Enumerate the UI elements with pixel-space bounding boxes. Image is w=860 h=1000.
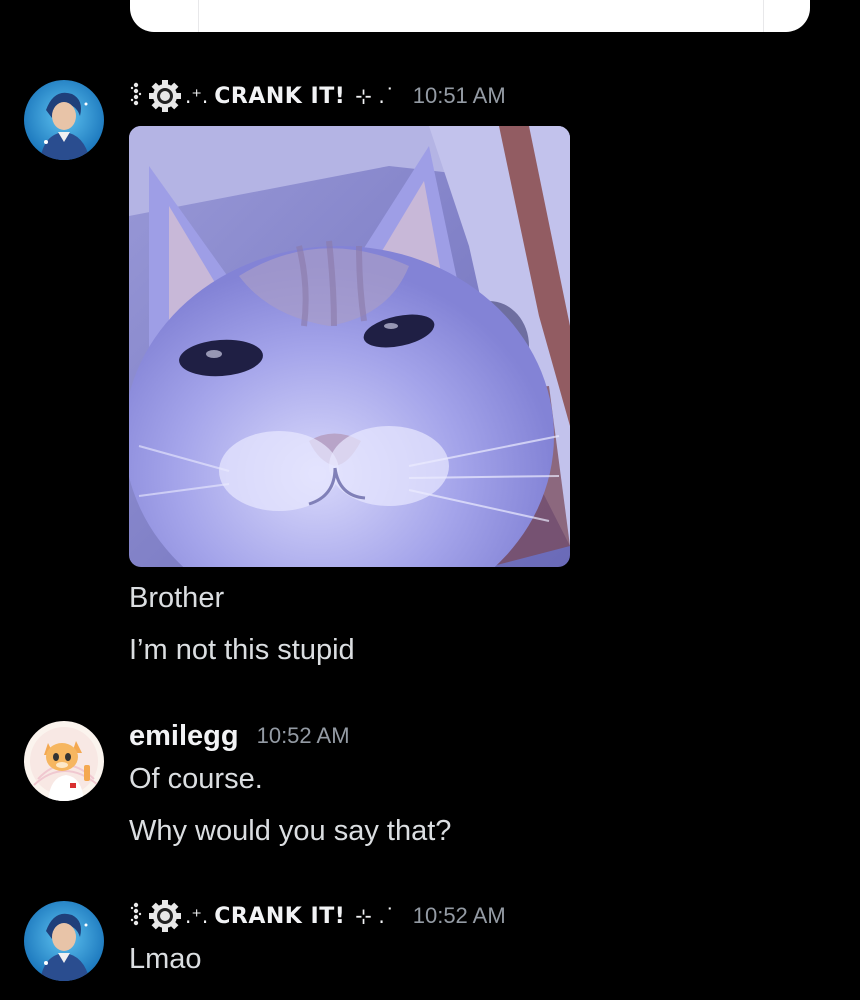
author-name[interactable]: CRANK IT!	[214, 84, 345, 109]
message-text: Of course.	[129, 763, 263, 795]
message-text: I’m not this stupid	[129, 634, 355, 666]
message-header: .⁺. CRANK IT! ⊹ .˙ 10:51 AM	[129, 78, 506, 114]
avatar-crank-it[interactable]	[24, 901, 104, 981]
message-text: Why would you say that?	[129, 815, 452, 847]
avatar-crank-it[interactable]	[24, 80, 104, 160]
gear-icon	[129, 898, 181, 934]
timestamp: 10:52 AM	[256, 723, 350, 748]
avatar-emilegg[interactable]	[24, 721, 104, 801]
gear-icon	[129, 78, 181, 114]
author-name[interactable]: CRANK IT!	[214, 904, 345, 929]
sparkle-icon: ⊹ .˙	[355, 84, 395, 108]
image-attachment[interactable]	[129, 126, 570, 567]
previous-embed-content	[198, 0, 764, 32]
previous-embed-card[interactable]	[130, 0, 810, 32]
sparkle-icon: ⊹ .˙	[355, 904, 395, 928]
message-text: Brother	[129, 582, 225, 614]
author-name[interactable]: emilegg	[129, 720, 239, 753]
cat-image	[129, 126, 570, 567]
sparkle-icon: .⁺.	[185, 84, 209, 108]
sparkle-icon: .⁺.	[185, 904, 209, 928]
timestamp: 10:51 AM	[412, 83, 506, 108]
message-text: Lmao	[129, 943, 202, 975]
message-header: .⁺. CRANK IT! ⊹ .˙ 10:52 AM	[129, 898, 506, 934]
timestamp: 10:52 AM	[412, 903, 506, 928]
message-header: emilegg 10:52 AM	[129, 718, 350, 754]
